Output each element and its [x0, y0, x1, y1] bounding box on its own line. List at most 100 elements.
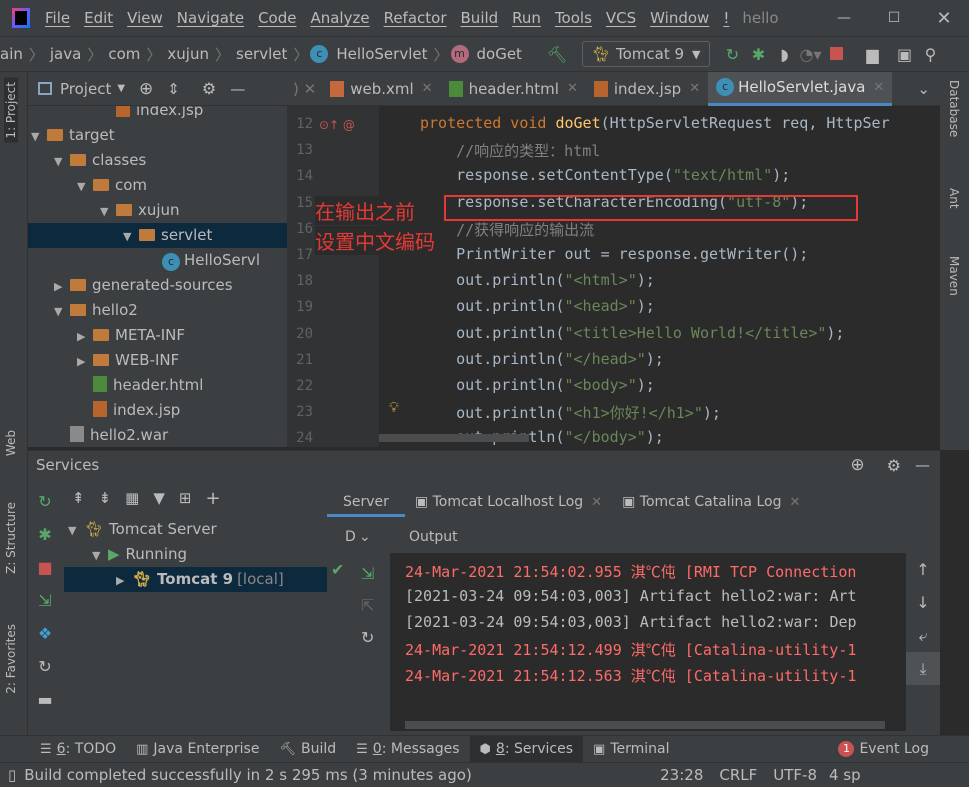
stop-icon[interactable]: ■: [28, 551, 62, 584]
tree-item[interactable]: ▶ generated-sources: [28, 273, 287, 298]
code-editor[interactable]: 12 protected void doGet(HttpServletReques…: [287, 106, 940, 447]
horizontal-scrollbar[interactable]: [405, 721, 885, 729]
chevron-icon[interactable]: ▶: [54, 274, 70, 299]
menu-item-analyze[interactable]: Analyze: [303, 9, 376, 27]
breadcrumb-xujun[interactable]: xujun: [163, 45, 213, 63]
code-line[interactable]: out.println("</head>");: [420, 350, 664, 368]
bulb-icon[interactable]: 💡︎: [389, 400, 399, 416]
services-tree-item[interactable]: ▼ ▶ Running: [64, 542, 327, 567]
gear-icon[interactable]: ⚙: [887, 456, 901, 475]
coverage-icon[interactable]: ◗: [772, 45, 798, 64]
event-log-button[interactable]: 1 Event Log: [838, 741, 929, 757]
structure-tool-tab[interactable]: Z: Structure: [4, 502, 18, 574]
deploy-icon[interactable]: ⇲: [361, 557, 374, 590]
tool-tab-terminal[interactable]: ▣ Terminal: [583, 736, 679, 763]
deploy-icon[interactable]: ⇲: [28, 584, 62, 617]
new-tab-icon[interactable]: ⊞: [179, 489, 192, 507]
tree-item[interactable]: ▼ com: [28, 173, 287, 198]
close-window-button[interactable]: ✕: [919, 8, 969, 29]
close-tab-icon[interactable]: ✕: [422, 81, 433, 96]
horizontal-scrollbar[interactable]: [379, 434, 529, 442]
hide-icon[interactable]: —: [915, 456, 930, 474]
scroll-to-end-icon[interactable]: ⤓: [906, 652, 940, 685]
soft-wrap-icon[interactable]: ⤶: [906, 619, 940, 652]
scroll-down-icon[interactable]: ↓: [906, 586, 940, 619]
file-encoding[interactable]: UTF-8: [773, 766, 817, 784]
chevron-icon[interactable]: ▼: [123, 224, 139, 249]
tree-item[interactable]: index.jsp: [28, 398, 287, 423]
code-line[interactable]: response.setContentType("text/html");: [420, 166, 790, 184]
chevron-icon[interactable]: ▼: [92, 543, 108, 568]
tab-header-html[interactable]: header.html ✕: [441, 72, 586, 106]
tool-tab-build[interactable]: 🔨︎ Build: [269, 736, 346, 763]
tabs-overflow-icon[interactable]: ⌄: [917, 80, 940, 98]
expand-all-icon[interactable]: ⇞: [72, 489, 85, 507]
project-structure-icon[interactable]: ▆: [860, 45, 886, 64]
code-line[interactable]: out.println("<title>Hello World!</title>…: [420, 324, 844, 342]
tool-tab-javaenterprise[interactable]: ▥ Java Enterprise: [126, 736, 269, 763]
menu-item-build[interactable]: Build: [454, 9, 506, 27]
chevron-icon[interactable]: ▼: [100, 199, 116, 224]
stop-icon[interactable]: [824, 45, 850, 64]
web-tool-tab[interactable]: Web: [4, 430, 18, 456]
tree-item[interactable]: hello2.war: [28, 423, 287, 447]
chevron-icon[interactable]: ▶: [77, 324, 93, 349]
presentation-icon[interactable]: ▣: [892, 45, 918, 64]
line-separator[interactable]: CRLF: [719, 766, 757, 784]
menu-item-view[interactable]: View: [120, 9, 170, 27]
debug-icon[interactable]: ✱: [746, 45, 772, 64]
code-line[interactable]: out.println("<html>");: [420, 271, 655, 289]
code-line[interactable]: //获得响应的输出流: [420, 219, 594, 240]
menu-item-file[interactable]: File: [38, 9, 77, 27]
refresh-icon[interactable]: ↻: [28, 650, 62, 683]
close-tab-icon[interactable]: ✕: [689, 81, 700, 96]
collapse-all-icon[interactable]: ⇟: [99, 489, 112, 507]
tree-item[interactable]: ▶ META-INF: [28, 323, 287, 348]
minimize-button[interactable]: —: [819, 10, 869, 26]
tab-web-xml[interactable]: web.xml ✕: [322, 72, 440, 106]
chevron-down-icon[interactable]: ▼: [117, 83, 125, 94]
deployment-column[interactable]: D: [327, 529, 356, 545]
undeploy-icon[interactable]: ⇱: [361, 589, 374, 622]
tree-item[interactable]: ▶ WEB-INF: [28, 348, 287, 373]
code-line[interactable]: out.println("<h1>你好!</h1>");: [420, 402, 721, 423]
chevron-icon[interactable]: ▶: [77, 349, 93, 374]
menu-item-tools[interactable]: Tools: [548, 9, 599, 27]
maven-tool-tab[interactable]: Maven: [947, 256, 961, 296]
tree-item[interactable]: ▼ hello2: [28, 298, 287, 323]
code-line[interactable]: PrintWriter out = response.getWriter();: [420, 245, 808, 263]
indent-setting[interactable]: 4 sp: [829, 766, 969, 784]
tab-server[interactable]: Server: [327, 487, 405, 517]
rerun-icon[interactable]: ↻: [720, 45, 746, 64]
project-view-select[interactable]: Project: [60, 80, 111, 98]
chevron-icon[interactable]: ▶: [116, 568, 132, 593]
chevron-icon[interactable]: ▼: [31, 124, 47, 149]
scroll-up-icon[interactable]: ↑: [906, 553, 940, 586]
filter-icon[interactable]: ▼: [153, 489, 165, 507]
maximize-button[interactable]: ☐: [869, 10, 919, 26]
run-config-select[interactable]: 🐈︎ Tomcat 9 ▼: [581, 41, 710, 67]
tab-localhost-log[interactable]: ▣ Tomcat Localhost Log ✕: [405, 494, 612, 510]
search-icon[interactable]: ⚲: [918, 45, 944, 64]
breadcrumb-main[interactable]: ain: [0, 45, 27, 63]
tree-item[interactable]: ▼ target: [28, 123, 287, 148]
jrebel-icon[interactable]: ❖: [28, 617, 62, 650]
menu-item-refactor[interactable]: Refactor: [377, 9, 454, 27]
tab-index-jsp[interactable]: index.jsp ✕: [586, 72, 708, 106]
menu-item-navigate[interactable]: Navigate: [170, 9, 251, 27]
build-hammer-icon[interactable]: 🔨︎: [544, 45, 570, 64]
debug-icon[interactable]: ✱: [28, 518, 62, 551]
tool-tab-todo[interactable]: ☰ 6: TODO: [30, 736, 126, 763]
code-line[interactable]: //响应的类型：html: [420, 140, 600, 161]
chevron-icon[interactable]: ▼: [54, 299, 70, 324]
cursor-position[interactable]: 23:28: [660, 766, 703, 784]
close-tab-icon[interactable]: ✕: [873, 80, 884, 95]
chevron-icon[interactable]: ▼: [77, 174, 93, 199]
collapse-all-icon[interactable]: ⇕: [167, 80, 180, 98]
code-line[interactable]: protected void doGet(HttpServletRequest …: [420, 114, 890, 132]
tree-item[interactable]: header.html: [28, 373, 287, 398]
ant-tool-tab[interactable]: Ant: [947, 188, 961, 209]
gear-icon[interactable]: ⚙: [202, 79, 216, 98]
services-tree-item[interactable]: ▶ 🐈︎ Tomcat 9 [local]: [64, 567, 327, 592]
rerun-icon[interactable]: ↻: [28, 485, 62, 518]
